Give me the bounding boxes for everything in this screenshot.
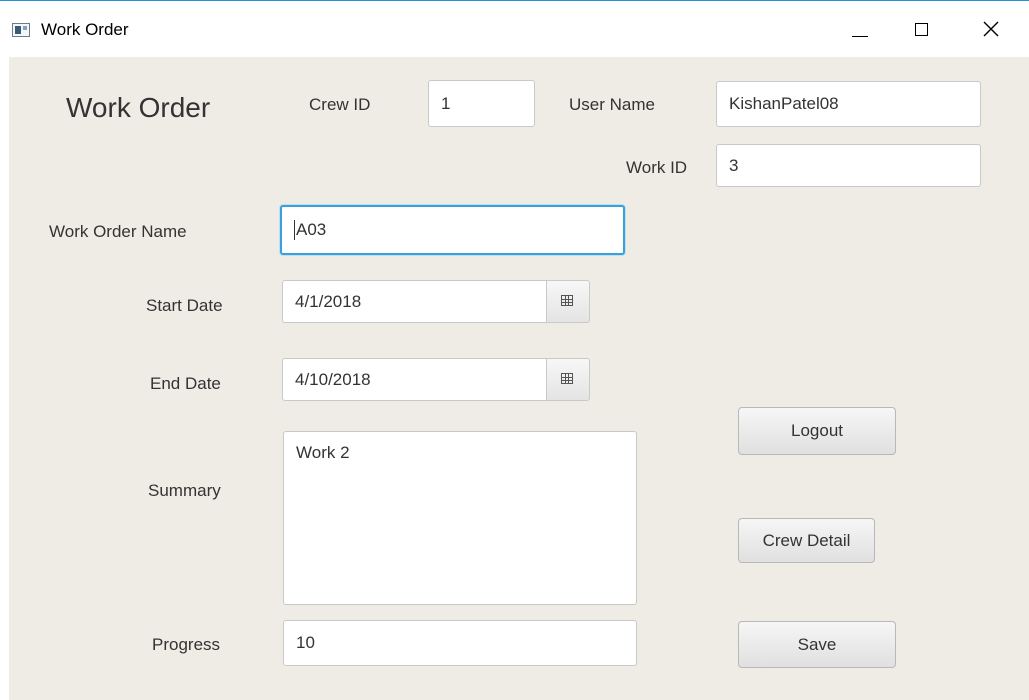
close-button[interactable]	[965, 1, 1011, 57]
end-date-label: End Date	[150, 374, 221, 393]
close-icon	[983, 21, 999, 37]
calendar-icon	[561, 373, 573, 384]
work-id-field[interactable]: 3	[716, 144, 981, 187]
summary-label: Summary	[148, 481, 221, 500]
progress-field[interactable]: 10	[283, 620, 637, 666]
calendar-icon	[561, 295, 573, 306]
text-caret	[294, 220, 295, 240]
start-date-label: Start Date	[146, 296, 223, 315]
maximize-button[interactable]	[898, 1, 944, 57]
window-title: Work Order	[41, 20, 129, 39]
crew-id-label: Crew ID	[309, 95, 371, 114]
title-bar[interactable]: Work Order	[0, 1, 1029, 57]
work-id-label: Work ID	[626, 158, 688, 177]
logout-button[interactable]: Logout	[738, 407, 896, 455]
minimize-button[interactable]	[838, 1, 884, 57]
page-title: Work Order	[66, 92, 211, 123]
user-name-label: User Name	[569, 95, 655, 114]
crew-id-field[interactable]: 1	[428, 80, 535, 127]
start-date-field[interactable]: 4/1/2018	[282, 280, 547, 323]
app-window: Work Order Work Order Crew ID 1 User Nam…	[0, 0, 1029, 700]
work-order-name-field[interactable]: A03	[280, 205, 625, 255]
user-name-field[interactable]: KishanPatel08	[716, 81, 981, 127]
crew-detail-button[interactable]: Crew Detail	[738, 518, 875, 563]
progress-label: Progress	[152, 635, 221, 654]
minimize-icon	[852, 36, 868, 37]
end-date-picker-button[interactable]	[546, 358, 590, 401]
end-date-field[interactable]: 4/10/2018	[282, 358, 547, 401]
maximize-icon	[915, 23, 928, 36]
app-window-icon	[12, 23, 30, 37]
form-panel: Work Order Crew ID 1 User Name KishanPat…	[9, 57, 1029, 700]
start-date-picker-button[interactable]	[546, 280, 590, 323]
summary-textarea[interactable]: Work 2	[283, 431, 637, 605]
save-button[interactable]: Save	[738, 621, 896, 668]
work-order-name-label: Work Order Name	[49, 222, 187, 241]
